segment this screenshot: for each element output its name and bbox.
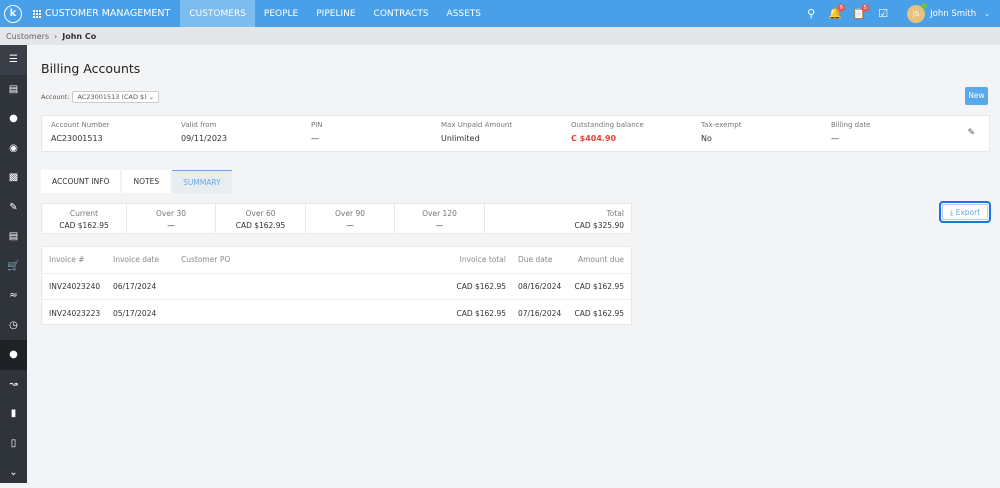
amount-due: CAD $162.95 xyxy=(574,308,624,318)
aging-value: CAD $162.95 xyxy=(235,221,286,230)
tasks-icon[interactable]: 📋 5 xyxy=(847,4,871,20)
nav-contracts[interactable]: CONTRACTS xyxy=(365,0,438,27)
chat-icon[interactable]: ▤ xyxy=(0,222,27,252)
field-value: No xyxy=(701,134,712,143)
notification-badge: 9 xyxy=(837,4,846,12)
menu-icon[interactable]: ☰ xyxy=(0,45,27,75)
invoice-date: 06/17/2024 xyxy=(113,281,157,291)
aging-label: Over 30 xyxy=(156,209,186,218)
folder-user-icon[interactable]: ▯ xyxy=(0,429,27,459)
person-icon[interactable]: ● xyxy=(0,104,27,134)
export-button[interactable]: ⤓ Export xyxy=(939,201,991,223)
new-button[interactable]: New xyxy=(965,87,988,105)
invoice-number[interactable]: INV24023223 xyxy=(49,309,113,318)
field-label: Account Number xyxy=(51,121,110,129)
handshake-icon[interactable]: ≈ xyxy=(0,281,27,311)
app-logo[interactable]: k xyxy=(4,4,22,23)
app-switcher[interactable]: CUSTOMER MANAGEMENT xyxy=(33,0,180,27)
aging-total: CAD $325.90 xyxy=(574,221,624,230)
col-customer-po[interactable]: Customer PO xyxy=(181,255,431,264)
col-invoice-total[interactable]: Invoice total xyxy=(431,255,506,264)
col-due-date[interactable]: Due date xyxy=(506,255,568,264)
app-title: CUSTOMER MANAGEMENT xyxy=(45,8,171,19)
breadcrumb-customers[interactable]: Customers xyxy=(6,32,49,41)
nav-customers[interactable]: CUSTOMERS xyxy=(180,0,255,27)
tabs: ACCOUNT INFO NOTES SUMMARY xyxy=(41,170,234,193)
location-icon[interactable]: ◉ xyxy=(0,134,27,164)
top-bar: k CUSTOMER MANAGEMENT CUSTOMERS PEOPLE P… xyxy=(0,0,1000,27)
aging-label: Over 120 xyxy=(422,209,457,218)
edit-pencil-icon[interactable]: ✎ xyxy=(967,128,975,138)
nav-assets[interactable]: ASSETS xyxy=(438,0,490,27)
clipboard-icon[interactable]: ✎ xyxy=(0,193,27,223)
col-amount-due[interactable]: Amount due xyxy=(568,255,624,264)
dashboard-icon[interactable]: ▤ xyxy=(0,75,27,105)
chevron-down-icon[interactable]: ⌄ xyxy=(984,10,990,18)
field-value: 09/11/2023 xyxy=(181,134,228,143)
breadcrumb-current: John Co xyxy=(62,31,97,41)
aging-value: — xyxy=(167,221,175,230)
bell-icon[interactable]: 🔔 9 xyxy=(823,4,847,20)
field-label: Valid from xyxy=(181,121,217,129)
aging-value: — xyxy=(346,221,354,230)
page-title: Billing Accounts xyxy=(41,61,141,76)
ticket-icon[interactable]: ▮ xyxy=(0,399,27,429)
main-content: Billing Accounts Account: AC23001513 (CAD… xyxy=(27,45,1000,483)
field-value: — xyxy=(831,134,839,143)
cart-icon[interactable]: 🛒 xyxy=(0,252,27,282)
due-date: 08/16/2024 xyxy=(518,281,562,291)
invoice-number[interactable]: INV24023240 xyxy=(49,282,113,291)
more-chevron-icon[interactable]: ⌄ xyxy=(0,458,27,488)
sidebar: ☰ ▤ ● ◉ ▩ ✎ ▤ 🛒 ≈ ◷ ● ↝ ▮ ▯ ⌄ xyxy=(0,45,27,483)
nav-people[interactable]: PEOPLE xyxy=(255,0,307,27)
search-icon[interactable]: ⚲ xyxy=(799,7,823,20)
aging-label: Current xyxy=(69,209,99,218)
aging-value: CAD $162.95 xyxy=(59,221,109,230)
account-info-card: Account Number AC23001513 Valid from 09/11… xyxy=(41,115,990,152)
chart-icon[interactable]: ↝ xyxy=(0,370,27,400)
download-icon: ⤓ xyxy=(949,208,954,217)
tab-notes[interactable]: NOTES xyxy=(122,170,171,193)
billing-clock-icon[interactable]: ◷ xyxy=(0,311,27,341)
table-row[interactable]: INV24023240 06/17/2024 CAD $162.95 08/16… xyxy=(42,274,631,300)
invoice-date: 05/17/2024 xyxy=(113,308,157,318)
aging-label: Total xyxy=(606,209,624,218)
amount-due: CAD $162.95 xyxy=(574,281,624,291)
tab-summary[interactable]: SUMMARY xyxy=(172,170,232,193)
breadcrumb: Customers › John Co xyxy=(0,27,1000,45)
invoice-total: CAD $162.95 xyxy=(456,308,506,318)
tab-account-info[interactable]: ACCOUNT INFO xyxy=(41,170,121,193)
dollar-icon[interactable]: ● xyxy=(0,340,27,370)
field-value: Unlimited xyxy=(441,134,480,143)
col-invoice-date[interactable]: Invoice date xyxy=(113,255,181,264)
apps-grid-icon xyxy=(33,9,41,18)
field-label: Tax-exempt xyxy=(701,121,742,129)
user-menu[interactable]: John Smith xyxy=(930,9,976,19)
col-invoice-number[interactable]: Invoice # xyxy=(49,255,113,264)
field-label: Max Unpaid Amount xyxy=(441,121,513,129)
avatar[interactable]: JS xyxy=(907,2,928,23)
outstanding-balance: C $404.90 xyxy=(571,134,617,143)
field-label: Billing date xyxy=(831,121,871,129)
aging-value: — xyxy=(435,221,444,230)
field-value: AC23001513 xyxy=(51,134,103,143)
table-header: Invoice # Invoice date Customer PO Invoi… xyxy=(42,247,631,274)
contact-card-icon[interactable]: ▩ xyxy=(0,163,27,193)
field-label: PIN xyxy=(311,121,323,129)
invoice-total: CAD $162.95 xyxy=(456,281,506,291)
chevron-right-icon: › xyxy=(54,31,58,41)
aging-label: Over 60 xyxy=(245,209,276,218)
table-row[interactable]: INV24023223 05/17/2024 CAD $162.95 07/16… xyxy=(42,300,631,327)
due-date: 07/16/2024 xyxy=(518,308,562,318)
field-value: — xyxy=(311,134,319,143)
aging-summary: Current CAD $162.95 Over 30 — Over 60 CAD $… xyxy=(41,203,632,234)
nav-pipeline[interactable]: PIPELINE xyxy=(307,0,364,27)
account-label: Account: xyxy=(41,93,70,101)
aging-label: Over 90 xyxy=(335,209,365,218)
account-select[interactable]: AC23001513 (CAD $) ⌄ xyxy=(72,91,160,103)
invoice-table: Invoice # Invoice date Customer PO Invoi… xyxy=(41,246,632,325)
tasks-badge: 5 xyxy=(861,4,870,12)
checklist-icon[interactable]: ☑ xyxy=(871,7,895,20)
field-label: Outstanding balance xyxy=(571,121,644,129)
